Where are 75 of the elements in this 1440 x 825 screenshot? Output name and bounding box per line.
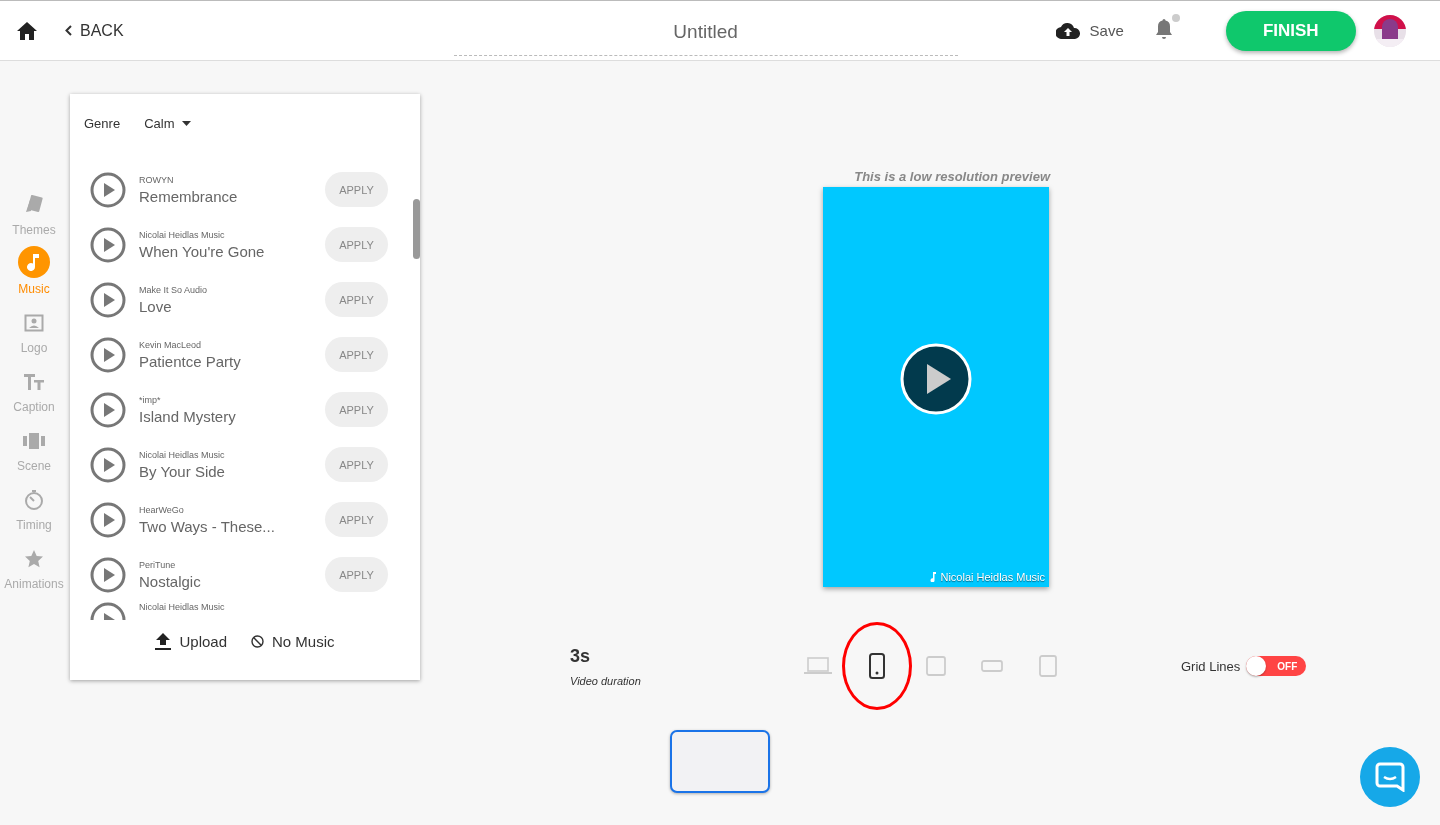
genre-dropdown[interactable]: Calm [144,115,192,131]
track-title: Two Ways - These... [139,517,276,535]
track-artist: Make It So Audio [139,284,209,295]
music-credit: Nicolai Heidlas Music [940,571,1045,583]
track-artist: Nicolai Heidlas Music [139,449,226,460]
apply-button[interactable]: APPLY [325,172,388,207]
chat-icon [1375,762,1405,792]
sidebar-item[interactable]: Animations [0,545,68,604]
track-title: Remembrance [139,187,239,205]
apply-button[interactable]: APPLY [325,502,388,537]
prohibited-icon [251,635,264,648]
sidebar-item[interactable]: Caption [0,368,68,427]
preview-note: This is a low resolution preview [854,169,1050,184]
track-title: Nostalgic [139,572,202,590]
apply-button[interactable]: APPLY [325,282,388,317]
portrait-icon [24,314,44,332]
no-music-button[interactable]: No Music [251,633,335,650]
track-artist: Kevin MacLeod [139,339,203,350]
track-artist: Nicolai Heidlas Music [139,602,226,612]
bell-icon[interactable] [1153,17,1174,40]
film-strip-icon [23,433,45,449]
apply-button[interactable]: APPLY [325,337,388,372]
scrollbar[interactable] [413,199,420,259]
track-title: Love [139,297,173,315]
back-button[interactable]: BACK [65,21,124,40]
star-icon [24,549,44,569]
duration-value: 3s [570,645,592,667]
apply-button[interactable]: APPLY [325,557,388,592]
avatar-icon[interactable] [1373,14,1406,47]
music-note-icon [930,572,937,582]
caret-icon [182,120,192,126]
duration-label: Video duration [570,674,642,687]
upload-button[interactable]: Upload [155,633,227,650]
apply-button[interactable]: APPLY [325,447,388,482]
sidebar-item[interactable]: Themes [0,191,68,250]
grid-lines-label: Grid Lines [1181,658,1241,674]
scene-thumbnail[interactable] [670,730,770,793]
apply-button[interactable]: APPLY [325,392,388,427]
text-size-icon [23,373,45,391]
finish-button[interactable]: FINISH [1225,10,1356,51]
grid-lines-toggle[interactable]: OFF [1246,656,1307,676]
track-artist: HearWeGo [139,504,185,515]
upload-icon [155,633,172,650]
track-artist: *imp* [139,394,162,405]
chat-button[interactable] [1360,747,1420,807]
play-icon[interactable] [90,336,126,373]
save-button[interactable]: Save [1055,22,1124,39]
title-field[interactable]: Untitled [453,9,958,56]
track-title: Patientce Party [139,352,242,370]
genre-label: Genre [84,115,121,131]
track-title: By Your Side [139,462,226,480]
track-title: Island Mystery [139,407,237,425]
cards-icon [23,195,45,215]
track-title: When You're Gone [139,242,266,260]
cloud-upload-icon [1055,22,1080,39]
play-icon[interactable] [90,281,126,318]
music-note-icon [27,253,41,271]
play-icon[interactable] [90,446,126,483]
play-icon[interactable] [90,226,126,263]
play-icon[interactable] [90,556,126,593]
sidebar-item[interactable]: Logo [0,309,68,368]
track-artist: Nicolai Heidlas Music [139,229,226,240]
phone-icon[interactable] [869,653,885,679]
track-artist: PeriTune [139,559,177,570]
sidebar-item[interactable]: Scene [0,427,68,486]
play-button-icon[interactable] [900,343,972,415]
home-icon[interactable] [17,21,37,40]
chevron-left-icon [65,25,72,36]
apply-button[interactable]: APPLY [325,227,388,262]
play-icon[interactable] [90,501,126,538]
sidebar-item[interactable]: Timing [0,486,68,545]
stopwatch-icon [24,490,44,510]
play-icon[interactable] [90,171,126,208]
track-artist: ROWYN [139,174,175,185]
play-icon[interactable] [90,391,126,428]
